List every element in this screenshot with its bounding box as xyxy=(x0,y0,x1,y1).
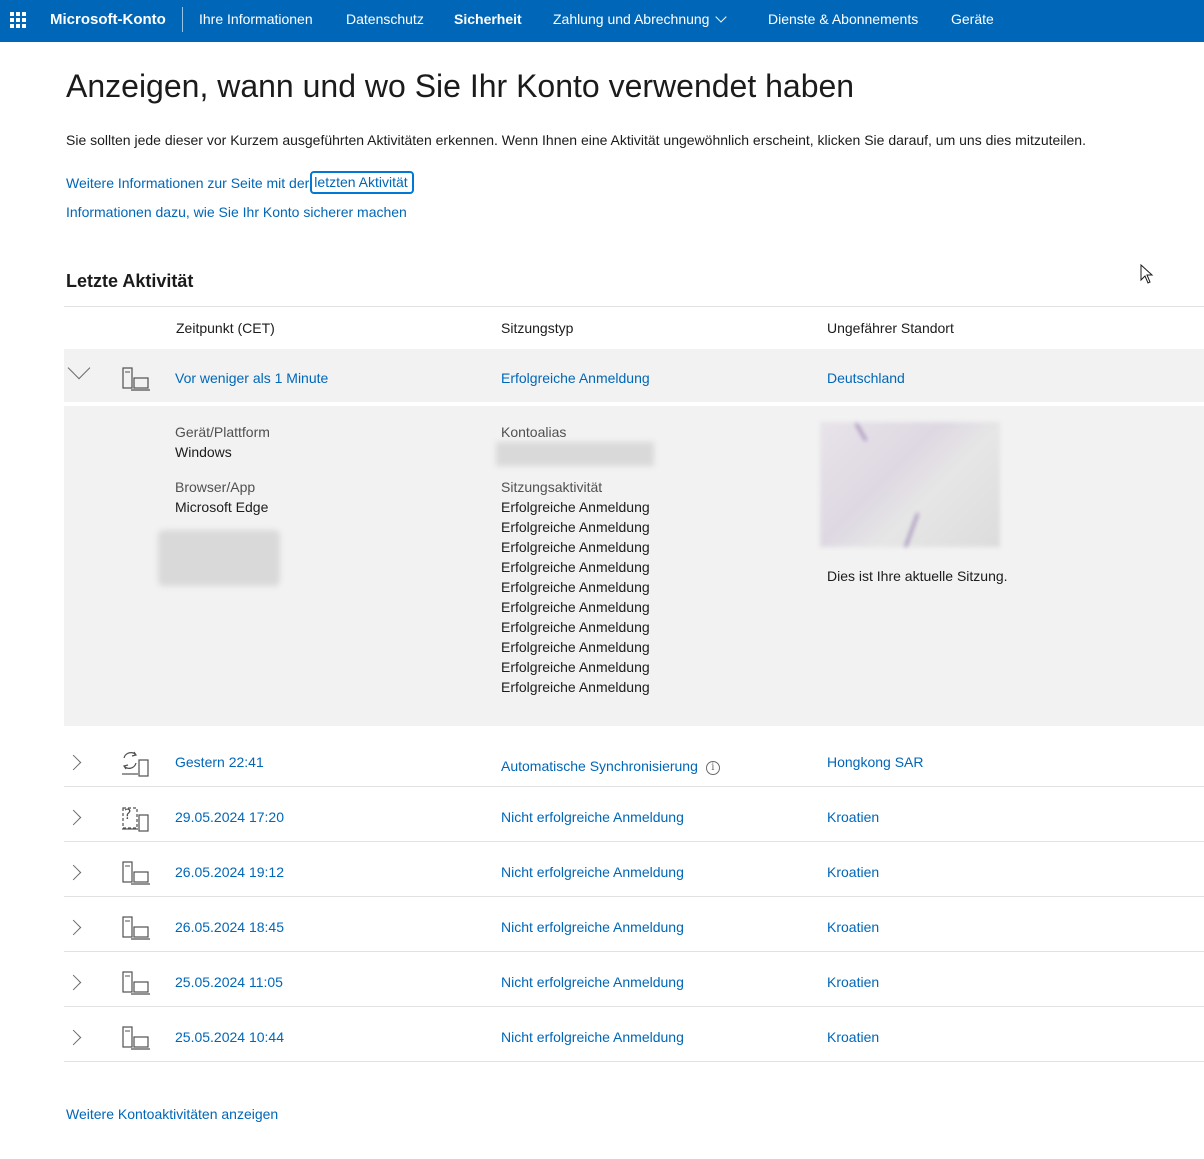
table-top-divider xyxy=(64,306,1204,307)
location-map xyxy=(820,422,1000,547)
browser-app-label: Browser/App xyxy=(175,479,256,495)
redacted-alias-block xyxy=(496,442,654,466)
row-divider xyxy=(64,951,1204,952)
nav-item-zahlung-label: Zahlung und Abrechnung xyxy=(553,11,710,27)
row-time-link[interactable]: 26.05.2024 19:12 xyxy=(175,864,284,880)
svg-text:?: ? xyxy=(124,807,131,823)
row-type-link[interactable]: Nicht erfolgreiche Anmeldung xyxy=(501,974,684,990)
chevron-right-icon[interactable] xyxy=(65,754,82,771)
column-header-type: Sitzungstyp xyxy=(501,320,574,336)
session-activity-item: Erfolgreiche Anmeldung xyxy=(501,679,650,695)
column-header-time: Zeitpunkt (CET) xyxy=(176,320,275,336)
chevron-right-icon[interactable] xyxy=(65,974,82,991)
nav-item-sicherheit[interactable]: Sicherheit xyxy=(454,11,522,27)
session-activity-item: Erfolgreiche Anmeldung xyxy=(501,539,650,555)
device-platform-value: Windows xyxy=(175,444,232,460)
device-platform-label: Gerät/Plattform xyxy=(175,424,270,440)
row-location-link[interactable]: Hongkong SAR xyxy=(827,754,924,770)
computer-icon xyxy=(122,916,150,940)
session-activity-label: Sitzungsaktivität xyxy=(501,479,603,495)
row-location-link[interactable]: Kroatien xyxy=(827,974,879,990)
recent-activity-info-link[interactable]: Weitere Informationen zur Seite mit der l… xyxy=(66,171,414,194)
expanded-location-link[interactable]: Deutschland xyxy=(827,370,905,386)
row-time-link[interactable]: 26.05.2024 18:45 xyxy=(175,919,284,935)
expanded-type-link[interactable]: Erfolgreiche Anmeldung xyxy=(501,370,650,386)
session-activity-item: Erfolgreiche Anmeldung xyxy=(501,499,650,515)
info-icon[interactable]: i xyxy=(705,761,720,775)
row-type-link[interactable]: Nicht erfolgreiche Anmeldung xyxy=(501,919,684,935)
row-location-link[interactable]: Kroatien xyxy=(827,809,879,825)
page-title: Anzeigen, wann und wo Sie Ihr Konto verw… xyxy=(66,68,855,104)
computer-icon xyxy=(122,367,150,391)
nav-item-geraete[interactable]: Geräte xyxy=(951,11,994,27)
chevron-right-icon[interactable] xyxy=(65,919,82,936)
intro-text: Sie sollten jede dieser vor Kurzem ausge… xyxy=(66,132,1086,148)
row-time-link[interactable]: 25.05.2024 10:44 xyxy=(175,1029,284,1045)
session-activity-item: Erfolgreiche Anmeldung xyxy=(501,579,650,595)
security-link-row: Informationen dazu, wie Sie Ihr Konto si… xyxy=(66,204,407,222)
account-alias-label: Kontoalias xyxy=(501,424,567,440)
info-link-row: Weitere Informationen zur Seite mit der l… xyxy=(66,171,414,195)
column-header-location: Ungefährer Standort xyxy=(827,320,954,336)
row-type-link[interactable]: Nicht erfolgreiche Anmeldung xyxy=(501,864,684,880)
row-location-link[interactable]: Kroatien xyxy=(827,919,879,935)
brand-link[interactable]: Microsoft-Konto xyxy=(50,11,166,28)
row-time-link[interactable]: 29.05.2024 17:20 xyxy=(175,809,284,825)
unknown-device-icon: ? xyxy=(122,807,149,832)
row-divider xyxy=(64,896,1204,897)
recent-activity-info-link-prefix: Weitere Informationen zur Seite mit der xyxy=(66,175,310,191)
redacted-ip-block xyxy=(158,530,280,586)
row-divider xyxy=(64,841,1204,842)
nav-item-datenschutz[interactable]: Datenschutz xyxy=(346,11,424,27)
app-launcher-icon[interactable] xyxy=(10,12,26,28)
row-location-link[interactable]: Kroatien xyxy=(827,864,879,880)
session-activity-item: Erfolgreiche Anmeldung xyxy=(501,619,650,635)
sync-device-icon xyxy=(122,751,149,777)
row-type-link[interactable]: Automatische Synchronisierung i xyxy=(501,758,720,776)
row-location-link[interactable]: Kroatien xyxy=(827,1029,879,1045)
chevron-down-icon xyxy=(715,11,728,23)
nav-item-zahlung[interactable]: Zahlung und Abrechnung xyxy=(553,11,728,27)
chevron-right-icon[interactable] xyxy=(65,809,82,826)
current-session-note: Dies ist Ihre aktuelle Sitzung. xyxy=(827,568,1008,584)
nav-divider xyxy=(182,7,183,32)
row-time-link[interactable]: Gestern 22:41 xyxy=(175,754,264,770)
account-security-link[interactable]: Informationen dazu, wie Sie Ihr Konto si… xyxy=(66,204,407,220)
row-type-link[interactable]: Nicht erfolgreiche Anmeldung xyxy=(501,1029,684,1045)
session-activity-item: Erfolgreiche Anmeldung xyxy=(501,599,650,615)
row-type-link[interactable]: Nicht erfolgreiche Anmeldung xyxy=(501,809,684,825)
row-divider xyxy=(64,786,1204,787)
nav-item-ihre-informationen[interactable]: Ihre Informationen xyxy=(199,11,313,27)
computer-icon xyxy=(122,971,150,995)
mouse-cursor-icon xyxy=(1140,264,1154,284)
row-time-link[interactable]: 25.05.2024 11:05 xyxy=(175,974,283,990)
browser-app-value: Microsoft Edge xyxy=(175,499,269,515)
computer-icon xyxy=(122,861,150,885)
session-activity-item: Erfolgreiche Anmeldung xyxy=(501,519,650,535)
chevron-right-icon[interactable] xyxy=(65,1029,82,1046)
computer-icon xyxy=(122,1026,150,1050)
more-account-activity-link[interactable]: Weitere Kontoaktivitäten anzeigen xyxy=(66,1106,278,1122)
session-activity-item: Erfolgreiche Anmeldung xyxy=(501,659,650,675)
section-title: Letzte Aktivität xyxy=(66,271,194,291)
row-divider xyxy=(64,1061,1204,1062)
chevron-right-icon[interactable] xyxy=(65,864,82,881)
session-activity-item: Erfolgreiche Anmeldung xyxy=(501,639,650,655)
expanded-time-link[interactable]: Vor weniger als 1 Minute xyxy=(175,370,328,386)
recent-activity-info-link-focus: letzten Aktivität xyxy=(310,171,414,194)
row-type-label: Automatische Synchronisierung xyxy=(501,758,698,774)
row-divider xyxy=(64,1006,1204,1007)
session-activity-item: Erfolgreiche Anmeldung xyxy=(501,559,650,575)
top-nav-bar: Microsoft-Konto Ihre Informationen Daten… xyxy=(0,0,1204,42)
nav-item-dienste[interactable]: Dienste & Abonnements xyxy=(768,11,918,27)
